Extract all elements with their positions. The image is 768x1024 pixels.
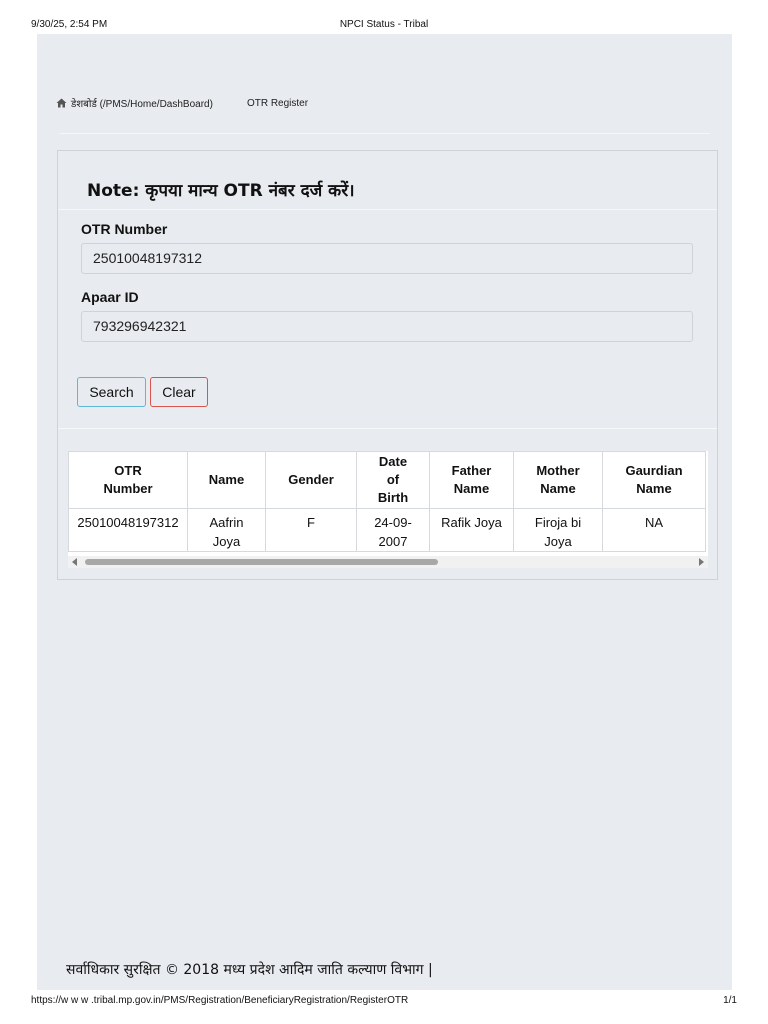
scrollbar-thumb[interactable]	[85, 559, 438, 565]
col-header-gender: Gender	[265, 451, 357, 509]
otr-number-input[interactable]: 25010048197312	[81, 243, 693, 274]
search-button[interactable]: Search	[77, 377, 146, 407]
horizontal-scrollbar[interactable]	[68, 556, 708, 568]
otr-number-label: OTR Number	[81, 221, 168, 237]
table-header-row: OTR Number Name Gender Date of Birth Father…	[68, 451, 706, 509]
breadcrumb: डेशबोर्ड (/PMS/Home/DashBoard) OTR Regis…	[56, 96, 308, 110]
apaar-id-label: Apaar ID	[81, 289, 139, 305]
col-header-guardian-name: Gaurdian Name	[602, 451, 706, 509]
col-header-mother-name: Mother Name	[513, 451, 603, 509]
col-header-father-name: Father Name	[429, 451, 514, 509]
col-header-otr-number: OTR Number	[68, 451, 188, 509]
clear-button[interactable]: Clear	[150, 377, 208, 407]
cell-father-name: Rafik Joya	[429, 508, 514, 552]
print-header: 9/30/25, 2:54 PM NPCI Status - Tribal	[0, 0, 768, 34]
table-row: 25010048197312 Aafrin Joya F 24-09- 2007 R…	[68, 508, 706, 552]
divider	[60, 133, 710, 134]
breadcrumb-dashboard-link[interactable]: डेशबोर्ड (/PMS/Home/DashBoard)	[71, 96, 213, 110]
cell-name: Aafrin Joya	[187, 508, 266, 552]
print-url: https://w w w .tribal.mp.gov.in/PMS/Regi…	[31, 995, 409, 1006]
cell-guardian-name: NA	[602, 508, 706, 552]
divider	[58, 428, 717, 429]
print-page-number: 1/1	[723, 995, 737, 1006]
home-icon	[56, 98, 67, 108]
print-footer: https://w w w .tribal.mp.gov.in/PMS/Regi…	[0, 990, 768, 1024]
page-content: डेशबोर्ड (/PMS/Home/DashBoard) OTR Regis…	[37, 34, 732, 990]
col-header-name: Name	[187, 451, 266, 509]
results-table: OTR Number Name Gender Date of Birth Father…	[68, 451, 706, 552]
otr-search-panel: Note: कृपया मान्य OTR नंबर दर्ज करें। OT…	[57, 150, 718, 580]
scroll-right-icon[interactable]	[699, 558, 704, 566]
cell-gender: F	[265, 508, 357, 552]
scroll-left-icon[interactable]	[72, 558, 77, 566]
divider	[58, 209, 717, 210]
note-heading: Note: कृपया मान्य OTR नंबर दर्ज करें।	[87, 181, 355, 201]
breadcrumb-current: OTR Register	[246, 97, 309, 109]
col-header-dob: Date of Birth	[356, 451, 430, 509]
cell-mother-name: Firoja bi Joya	[513, 508, 603, 552]
copyright-footer: सर्वाधिकार सुरक्षित © 2018 मध्य प्रदेश आ…	[66, 962, 433, 978]
apaar-id-input[interactable]: 793296942321	[81, 311, 693, 342]
cell-dob: 24-09- 2007	[356, 508, 430, 552]
results-table-container: OTR Number Name Gender Date of Birth Father…	[68, 451, 708, 556]
cell-otr-number: 25010048197312	[68, 508, 188, 552]
print-page-title: NPCI Status - Tribal	[339, 19, 429, 30]
